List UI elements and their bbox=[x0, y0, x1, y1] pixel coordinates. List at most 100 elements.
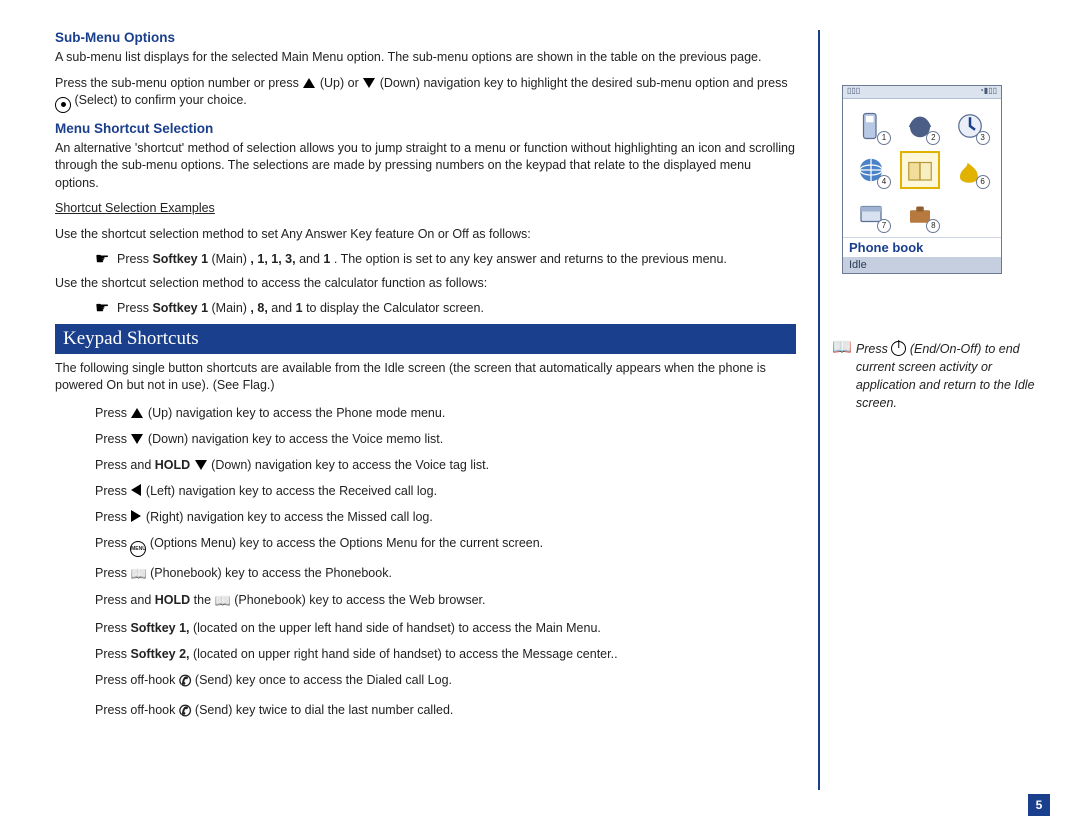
text: 1 bbox=[296, 301, 303, 315]
right-arrow-icon bbox=[131, 510, 141, 522]
text: Press bbox=[95, 536, 130, 550]
phone-menu-item: 1 bbox=[851, 107, 891, 145]
kp-line: Press off-hook (Send) key twice to dial … bbox=[95, 700, 796, 724]
text: Press and bbox=[95, 593, 155, 607]
down-arrow-icon bbox=[195, 460, 207, 470]
up-arrow-icon bbox=[303, 78, 315, 88]
kp-line: Press (Left) navigation key to access th… bbox=[95, 481, 796, 501]
submenu-p1: A sub-menu list displays for the selecte… bbox=[55, 49, 796, 67]
text: Press bbox=[95, 484, 130, 498]
badge: 8 bbox=[926, 219, 940, 233]
text: and bbox=[271, 301, 295, 315]
badge: 1 bbox=[877, 131, 891, 145]
select-dot-icon bbox=[55, 97, 71, 113]
text: (Options Menu) key to access the Options… bbox=[150, 536, 543, 550]
keypad-list: Press (Up) navigation key to access the … bbox=[55, 403, 796, 725]
text: Press bbox=[95, 566, 130, 580]
phone-selection-label: Phone book bbox=[843, 237, 1001, 257]
phone-softkey-bar: Idle bbox=[843, 257, 1001, 273]
text: Press and bbox=[95, 458, 155, 472]
text: (Right) navigation key to access the Mis… bbox=[146, 510, 433, 524]
text: Softkey 1 bbox=[152, 252, 208, 266]
phone-menu-item: 4 bbox=[851, 151, 891, 189]
shortcut-p1: An alternative 'shortcut' method of sele… bbox=[55, 140, 796, 193]
down-arrow-icon bbox=[131, 434, 143, 444]
menu-icon: MENU bbox=[130, 541, 146, 557]
ex-intro1: Use the shortcut selection method to set… bbox=[55, 226, 796, 244]
text: (Main) bbox=[212, 301, 247, 315]
text: . The option is set to any key answer an… bbox=[334, 252, 727, 266]
text: Idle bbox=[849, 259, 867, 271]
note-book-icon: 📖 bbox=[832, 340, 852, 413]
text: Press bbox=[117, 252, 152, 266]
text: , 1, 1, 3, bbox=[250, 252, 295, 266]
phone-menu-item: 6 bbox=[950, 151, 990, 189]
send-key-icon bbox=[179, 673, 192, 687]
text: , 8, bbox=[250, 301, 267, 315]
text: Press bbox=[95, 432, 130, 446]
down-arrow-icon bbox=[363, 78, 375, 88]
text: (Main) bbox=[212, 252, 247, 266]
phone-menu-item: 3 bbox=[950, 107, 990, 145]
badge: 6 bbox=[976, 175, 990, 189]
text: (Send) key twice to dial the last number… bbox=[195, 703, 453, 717]
phonebook-icon bbox=[215, 593, 231, 607]
text: HOLD bbox=[155, 458, 190, 472]
side-column: ▯▯▯◔▮▯▯ 1 2 3 bbox=[818, 30, 1050, 790]
keypad-intro: The following single button shortcuts ar… bbox=[55, 360, 796, 395]
text: Press bbox=[95, 621, 130, 635]
power-icon bbox=[891, 341, 906, 356]
phone-menu-item-selected bbox=[900, 151, 940, 189]
kp-line: Press and HOLD (Down) navigation key to … bbox=[95, 455, 796, 475]
pointing-hand-icon: ☛ bbox=[95, 300, 117, 318]
text: Press off-hook bbox=[95, 673, 179, 687]
phone-menu-item: 2 bbox=[900, 107, 940, 145]
ex-intro2: Use the shortcut selection method to acc… bbox=[55, 275, 796, 293]
phone-status-bar: ▯▯▯◔▮▯▯ bbox=[843, 86, 1001, 99]
text: (Down) navigation key to access the Voic… bbox=[211, 458, 489, 472]
text: (Phonebook) key to access the Phonebook. bbox=[150, 566, 392, 580]
send-key-icon bbox=[179, 703, 192, 717]
badge: 4 bbox=[877, 175, 891, 189]
text: Press bbox=[95, 510, 130, 524]
text: Press Softkey 1 (Main) , 1, 1, 3, and 1 … bbox=[117, 251, 796, 269]
text: 1 bbox=[323, 252, 330, 266]
phone-screenshot: ▯▯▯◔▮▯▯ 1 2 3 bbox=[842, 85, 1002, 274]
text: Press bbox=[856, 342, 891, 356]
page-number: 5 bbox=[1028, 794, 1050, 816]
heading-shortcut: Menu Shortcut Selection bbox=[55, 121, 796, 136]
text: Press Softkey 1 (Main) , 8, and 1 to dis… bbox=[117, 300, 796, 318]
text: (Select) to confirm your choice. bbox=[74, 93, 246, 107]
text: HOLD bbox=[155, 593, 190, 607]
text: (Phonebook) key to access the Web browse… bbox=[234, 593, 485, 607]
kp-line: Press MENU (Options Menu) key to access … bbox=[95, 533, 796, 557]
text: (Down) navigation key to access the Voic… bbox=[148, 432, 443, 446]
heading-submenu: Sub-Menu Options bbox=[55, 30, 796, 45]
text: and bbox=[299, 252, 323, 266]
text: to display the Calculator screen. bbox=[306, 301, 484, 315]
left-arrow-icon bbox=[131, 484, 141, 496]
pointing-hand-icon: ☛ bbox=[95, 251, 117, 269]
text: (Send) key once to access the Dialed cal… bbox=[195, 673, 452, 687]
phonebook-icon bbox=[130, 566, 146, 580]
side-note: 📖 Press (End/On-Off) to end current scre… bbox=[832, 340, 1050, 413]
phone-menu-item: 8 bbox=[900, 195, 940, 233]
text: (Down) navigation key to highlight the d… bbox=[380, 76, 788, 90]
text: Press bbox=[95, 647, 130, 661]
example-1: ☛ Press Softkey 1 (Main) , 1, 1, 3, and … bbox=[95, 251, 796, 269]
kp-line: Press (Down) navigation key to access th… bbox=[95, 429, 796, 449]
main-column: Sub-Menu Options A sub-menu list display… bbox=[55, 30, 796, 790]
up-arrow-icon bbox=[131, 408, 143, 418]
text: Press the sub-menu option number or pres… bbox=[55, 76, 302, 90]
kp-line: Press (Phonebook) key to access the Phon… bbox=[95, 563, 796, 585]
example-2: ☛ Press Softkey 1 (Main) , 8, and 1 to d… bbox=[95, 300, 796, 318]
kp-line: Press and HOLD the (Phonebook) key to ac… bbox=[95, 590, 796, 612]
text: (Up) navigation key to access the Phone … bbox=[148, 406, 445, 420]
heading-examples: Shortcut Selection Examples bbox=[55, 201, 215, 215]
badge: 3 bbox=[976, 131, 990, 145]
kp-line: Press off-hook (Send) key once to access… bbox=[95, 670, 796, 694]
text: Softkey 1 bbox=[152, 301, 208, 315]
submenu-p2: Press the sub-menu option number or pres… bbox=[55, 75, 796, 113]
text: Press (End/On-Off) to end current screen… bbox=[856, 340, 1050, 413]
text: (located on the upper left hand side of … bbox=[193, 621, 601, 635]
